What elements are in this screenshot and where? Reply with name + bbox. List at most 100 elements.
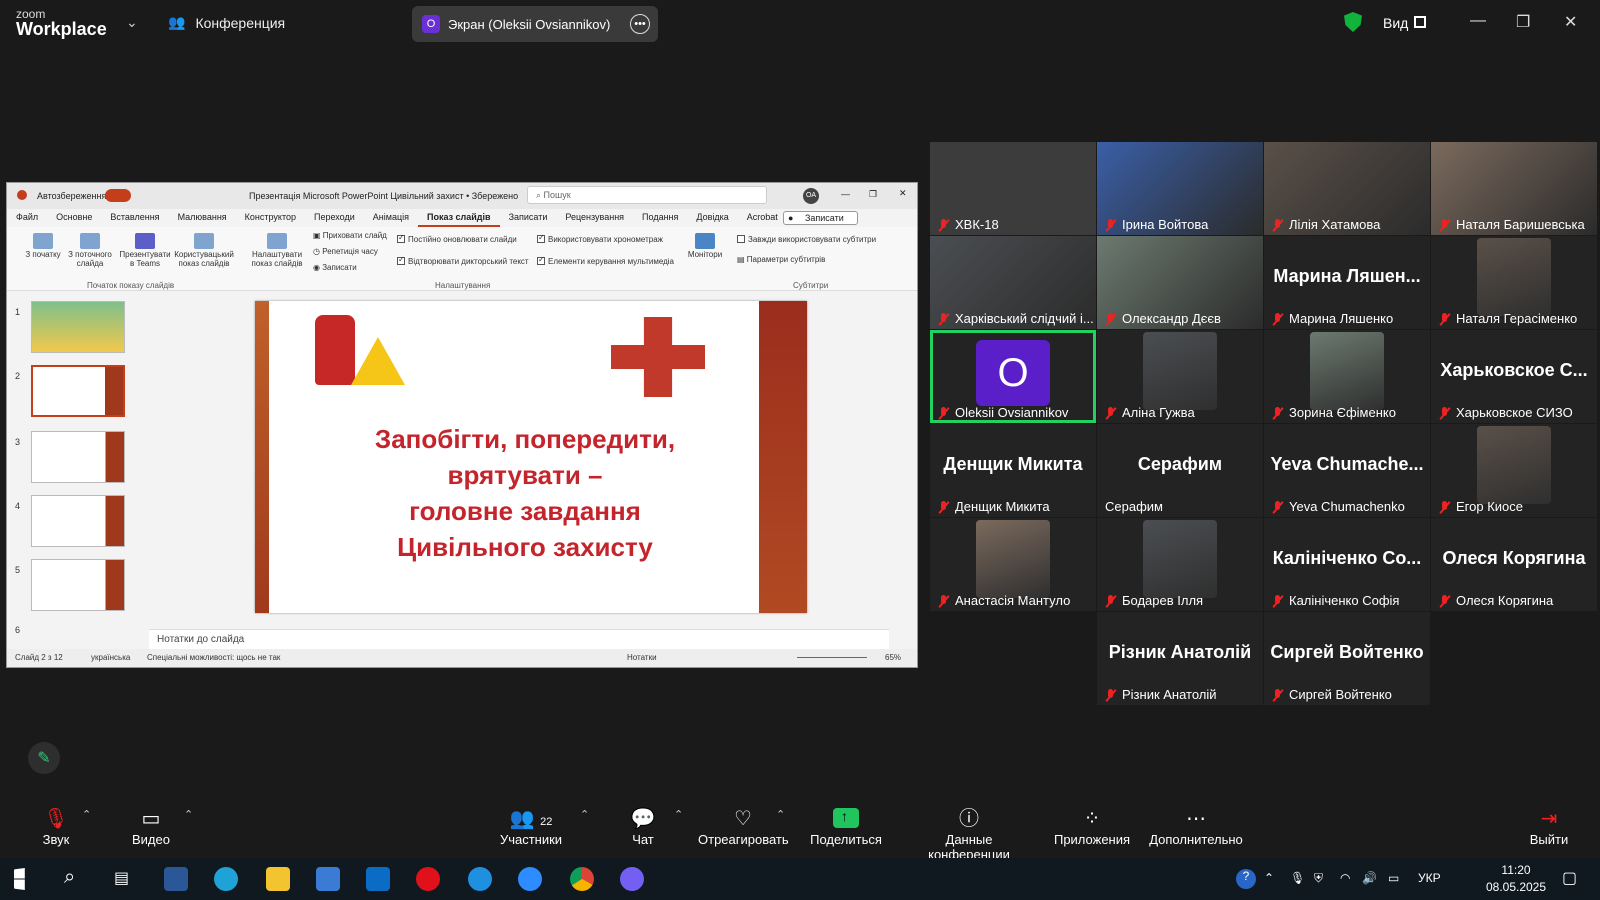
- input-language[interactable]: УКР: [1418, 871, 1441, 885]
- video-button[interactable]: ▭ Видео: [126, 806, 176, 847]
- setup-show-button[interactable]: Налаштувати показ слайдів: [249, 233, 305, 269]
- security-shield-icon[interactable]: [1344, 12, 1362, 32]
- present-teams-button[interactable]: Презентувати в Teams: [119, 233, 171, 269]
- outlook-icon[interactable]: [366, 867, 390, 891]
- menu-transitions[interactable]: Переходи: [305, 209, 364, 227]
- rehearse-button[interactable]: ◷ Репетиція часу: [313, 247, 378, 256]
- menu-design[interactable]: Конструктор: [236, 209, 305, 227]
- search-icon[interactable]: ⌕: [64, 866, 75, 889]
- participant-tile[interactable]: Лілія Хатамова: [1264, 142, 1430, 235]
- record-dropdown[interactable]: ◉ Записати: [313, 263, 357, 272]
- menu-view[interactable]: Подання: [633, 209, 687, 227]
- timings-checkbox[interactable]: Використовувати хронометраж: [537, 233, 663, 244]
- zoom-level[interactable]: 65%: [885, 653, 901, 662]
- record-button[interactable]: ● Записати: [783, 211, 858, 225]
- language-indicator[interactable]: українська: [91, 653, 130, 662]
- menu-help[interactable]: Довідка: [687, 209, 737, 227]
- wifi-icon[interactable]: ◠: [1340, 871, 1350, 885]
- react-button[interactable]: ♡ Отреагировать: [698, 806, 789, 847]
- help-icon[interactable]: ?: [1236, 869, 1256, 889]
- store-icon[interactable]: [316, 867, 340, 891]
- participant-tile[interactable]: Денщик Микита Денщик Микита: [930, 424, 1096, 517]
- participants-caret-icon[interactable]: ⌃: [580, 808, 589, 821]
- audio-caret-icon[interactable]: ⌃: [82, 808, 91, 821]
- participant-tile[interactable]: Егор Киосе: [1431, 424, 1597, 517]
- chevron-down-icon[interactable]: ⌄: [126, 14, 138, 31]
- save-app-icon[interactable]: [164, 867, 188, 891]
- participant-tile[interactable]: Харьковское С... Харьковское СИЗО: [1431, 330, 1597, 423]
- slide-thumbnail[interactable]: [31, 495, 125, 547]
- close-icon[interactable]: ✕: [1564, 12, 1577, 32]
- conference-button[interactable]: 👥 Конференция: [168, 14, 285, 31]
- notifications-icon[interactable]: ▢: [1562, 868, 1577, 888]
- slide-thumbnail[interactable]: [31, 301, 125, 353]
- file-explorer-icon[interactable]: [266, 867, 290, 891]
- autosave-toggle[interactable]: [105, 189, 131, 202]
- participant-tile[interactable]: Наталя Герасіменко: [1431, 236, 1597, 329]
- from-start-button[interactable]: З початку: [23, 233, 63, 260]
- slide-thumbnail[interactable]: [31, 559, 125, 611]
- slide-thumbnail-selected[interactable]: [31, 365, 125, 417]
- monitors-button[interactable]: Монітори: [687, 233, 723, 260]
- ppt-minimize-icon[interactable]: —: [841, 189, 850, 199]
- menu-acrobat[interactable]: Acrobat: [738, 209, 787, 227]
- notes-toggle[interactable]: Нотатки: [627, 653, 657, 662]
- audio-button[interactable]: 🎙 Звук: [36, 806, 76, 847]
- update-slides-checkbox[interactable]: Постійно оновлювати слайди: [397, 233, 517, 244]
- minimize-icon[interactable]: —: [1470, 12, 1486, 30]
- narration-checkbox[interactable]: Відтворювати дикторський текст: [397, 255, 529, 266]
- zoom-app-icon[interactable]: [518, 867, 542, 891]
- teamviewer-icon[interactable]: [468, 867, 492, 891]
- chat-caret-icon[interactable]: ⌃: [674, 808, 683, 821]
- volume-icon[interactable]: 🔊: [1362, 871, 1377, 885]
- slide-notes-field[interactable]: Нотатки до слайда: [149, 629, 889, 649]
- more-button[interactable]: ⋯ Дополнительно: [1144, 806, 1248, 847]
- participant-tile[interactable]: Yeva Chumache... Yeva Chumachenko: [1264, 424, 1430, 517]
- participant-tile[interactable]: Аліна Гужва: [1097, 330, 1263, 423]
- system-clock[interactable]: 11:20 08.05.2025: [1476, 862, 1556, 896]
- opera-icon[interactable]: [416, 867, 440, 891]
- participant-tile[interactable]: Зорина Єфіменко: [1264, 330, 1430, 423]
- restore-icon[interactable]: ❐: [1516, 12, 1530, 32]
- participant-tile[interactable]: Марина Ляшен... Марина Ляшенко: [1264, 236, 1430, 329]
- menu-insert[interactable]: Вставлення: [101, 209, 168, 227]
- participant-tile[interactable]: Різник Анатолій Різник Анатолій: [1097, 612, 1263, 705]
- chat-button[interactable]: 💬 Чат: [628, 806, 658, 847]
- apps-button[interactable]: ⁘ Приложения: [1050, 806, 1134, 847]
- menu-animations[interactable]: Анімація: [364, 209, 418, 227]
- participant-tile[interactable]: Сиргей Войтенко Сиргей Войтенко: [1264, 612, 1430, 705]
- ppt-restore-icon[interactable]: ❐: [869, 189, 877, 200]
- menu-draw[interactable]: Малювання: [169, 209, 236, 227]
- share-button[interactable]: Поделиться: [806, 806, 886, 847]
- current-slide[interactable]: Запобігти, попередити, врятувати – голов…: [255, 301, 807, 613]
- meeting-info-button[interactable]: ⓘ Данные конференции: [904, 806, 1034, 862]
- participant-tile[interactable]: Калініченко Со... Калініченко Софія: [1264, 518, 1430, 611]
- participant-tile[interactable]: Наталя Баришевська: [1431, 142, 1597, 235]
- edge-icon[interactable]: [214, 867, 238, 891]
- video-caret-icon[interactable]: ⌃: [184, 808, 193, 821]
- task-view-icon[interactable]: ▤: [114, 868, 129, 888]
- menu-slideshow[interactable]: Показ слайдів: [417, 209, 500, 227]
- participant-tile[interactable]: Олександр Дєєв: [1097, 236, 1263, 329]
- ppt-close-icon[interactable]: ✕: [899, 188, 907, 199]
- microphone-tray-icon[interactable]: 🎙: [1290, 871, 1305, 885]
- participant-tile[interactable]: Серафим Серафим: [1097, 424, 1263, 517]
- defender-icon[interactable]: ⛨: [1314, 871, 1323, 886]
- always-subtitles-checkbox[interactable]: Завжди використовувати субтитри: [737, 235, 876, 244]
- react-caret-icon[interactable]: ⌃: [776, 808, 785, 821]
- menu-home[interactable]: Основне: [47, 209, 101, 227]
- tray-chevron-icon[interactable]: ⌃: [1264, 871, 1274, 885]
- leave-button[interactable]: ⇥ Выйти: [1526, 806, 1572, 847]
- subtitle-settings-button[interactable]: ▤ Параметри субтитрів: [737, 255, 825, 264]
- zoom-slider[interactable]: [797, 657, 867, 658]
- participant-tile[interactable]: Анастасія Мантуло: [930, 518, 1096, 611]
- more-options-icon[interactable]: •••: [630, 14, 650, 34]
- participant-tile[interactable]: Бодарев Ілля: [1097, 518, 1263, 611]
- windows-start-icon[interactable]: [14, 867, 25, 891]
- view-button[interactable]: Вид: [1383, 15, 1408, 31]
- from-current-button[interactable]: З поточного слайда: [65, 233, 115, 269]
- participant-tile[interactable]: Харківський слідчий і...: [930, 236, 1096, 329]
- participant-tile[interactable]: Ірина Войтова: [1097, 142, 1263, 235]
- participant-tile[interactable]: O Oleksii Ovsiannikov: [930, 330, 1096, 423]
- accessibility-status[interactable]: Спеціальні можливості: щось не так: [147, 653, 280, 662]
